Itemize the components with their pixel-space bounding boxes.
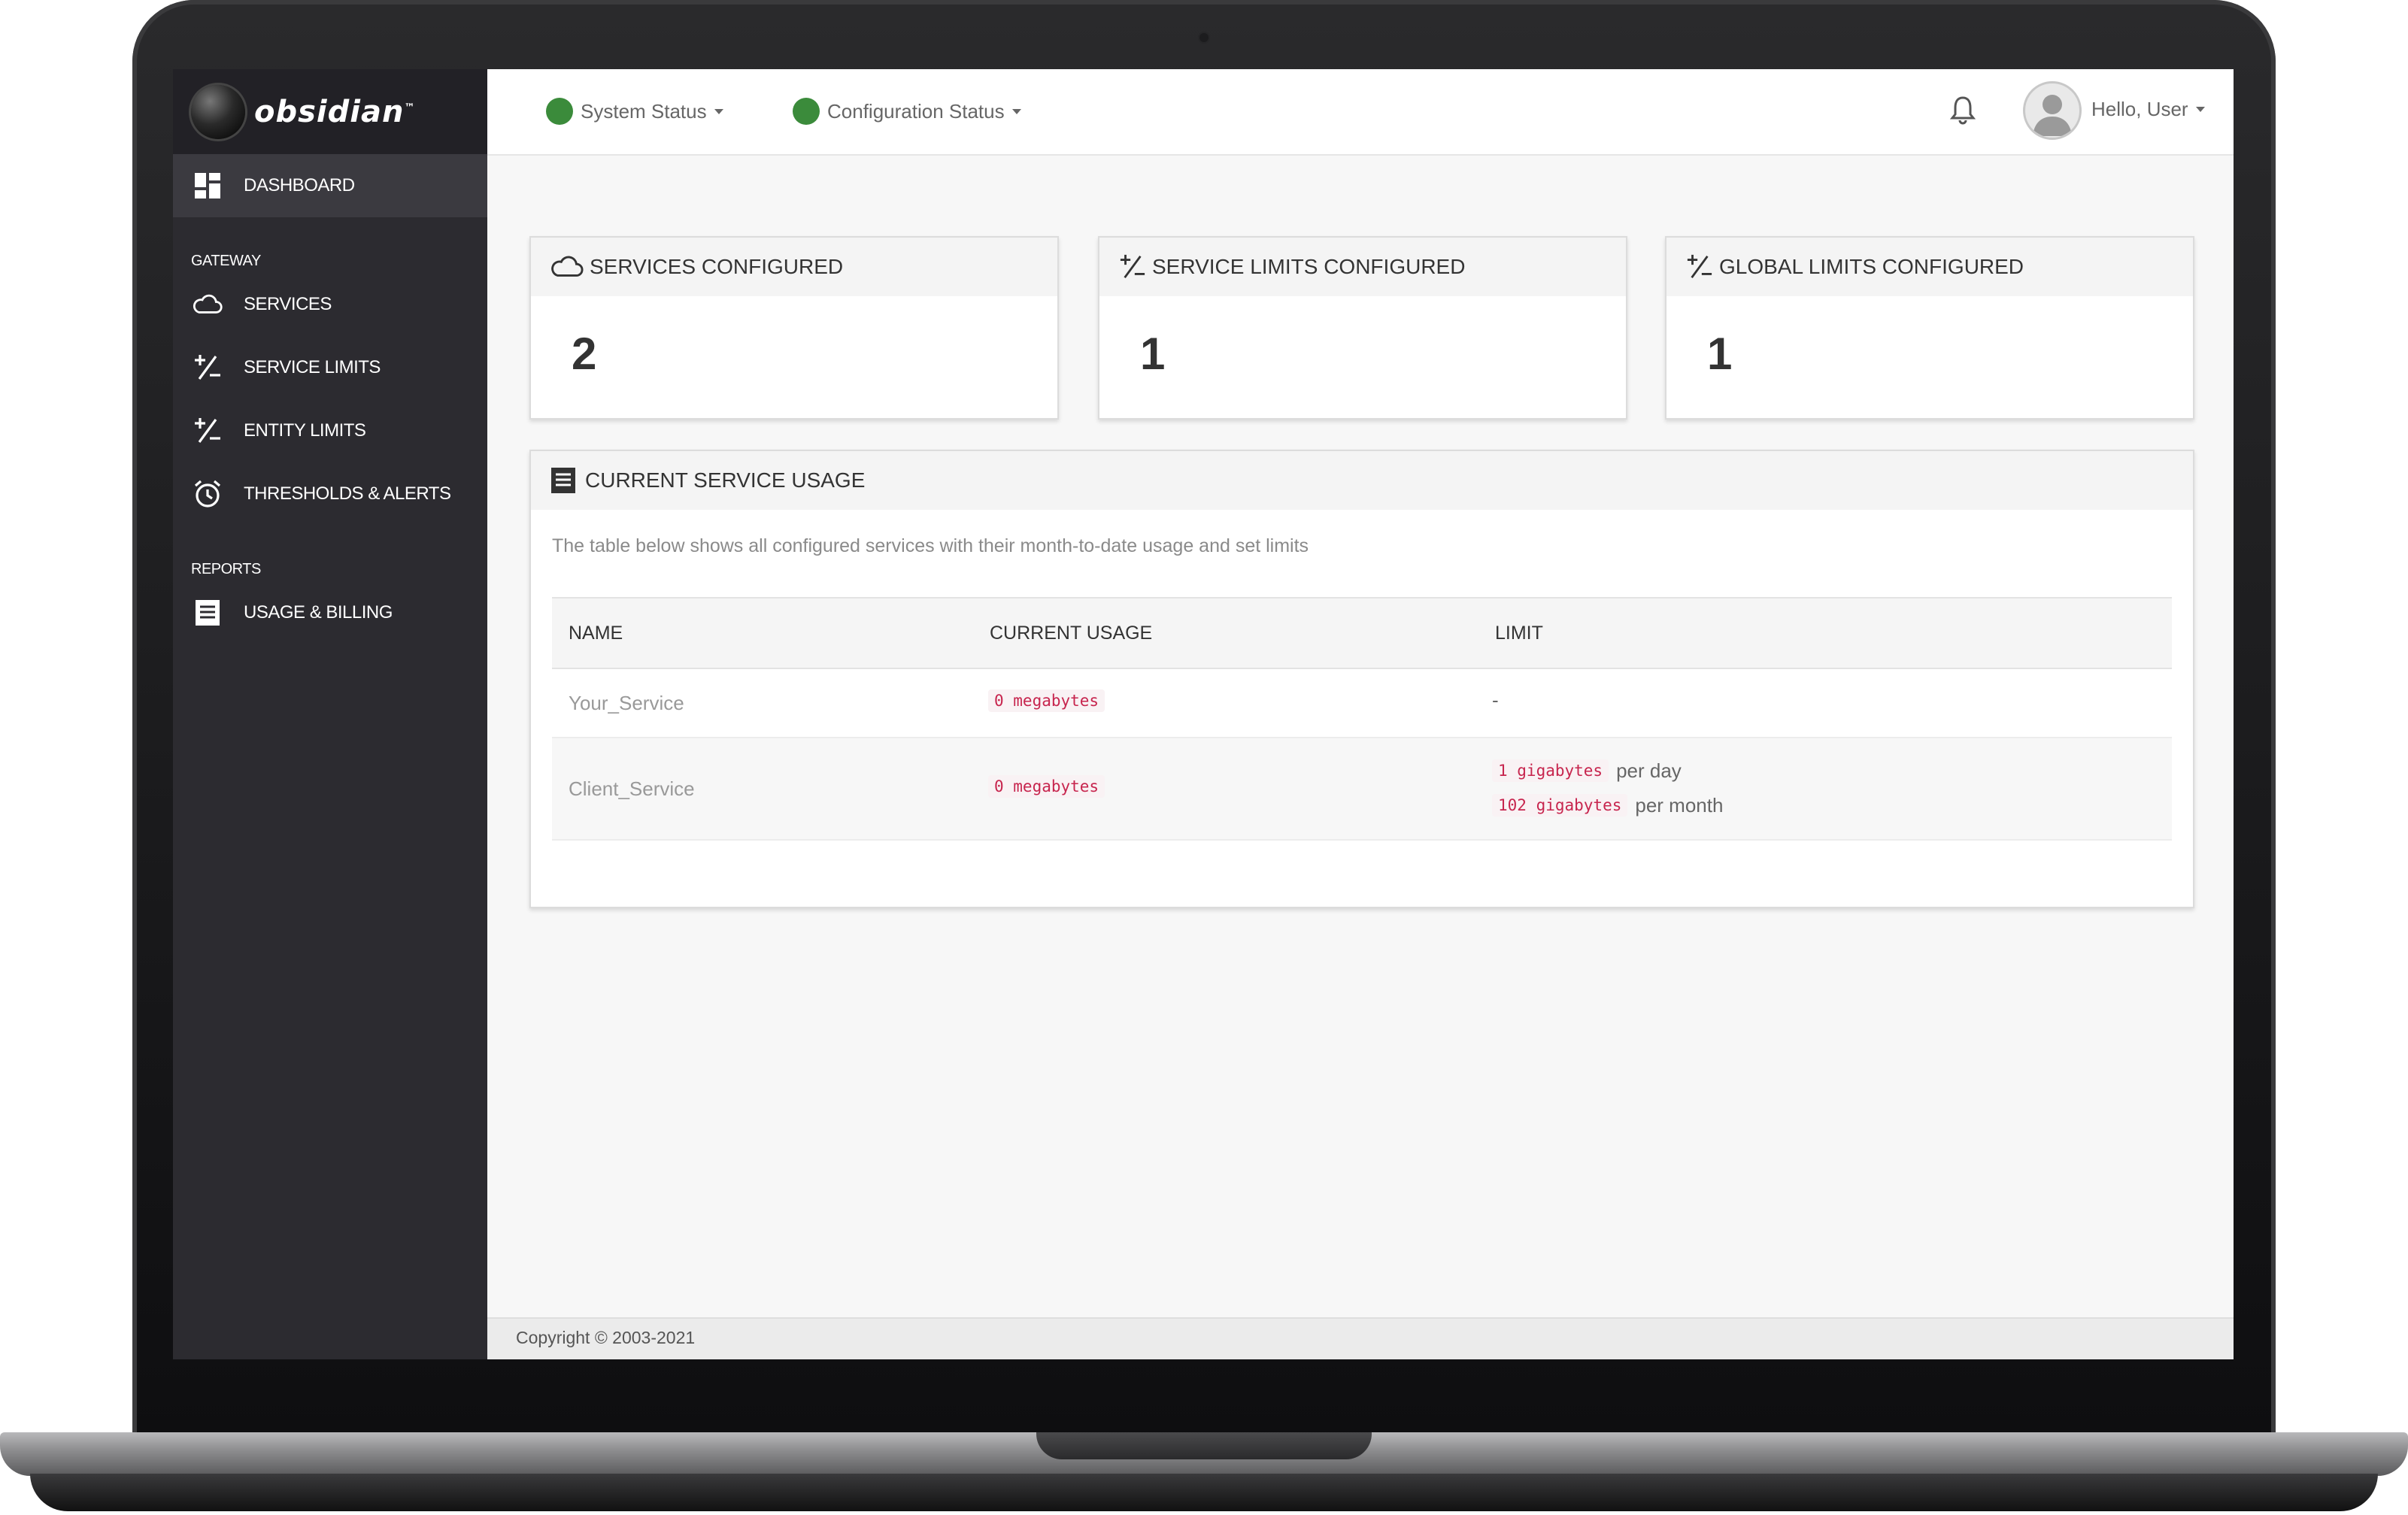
- column-header-current-usage: CURRENT USAGE: [990, 623, 1153, 644]
- limit-value: 1 gigabytes: [1492, 759, 1609, 782]
- current-usage-value: 0 megabytes: [988, 689, 1105, 712]
- card-header: CURRENT SERVICE USAGE: [531, 451, 2193, 510]
- dashboard-icon: [193, 171, 223, 201]
- sidebar-item-label: USAGE & BILLING: [244, 602, 393, 623]
- laptop-base-bottom: [30, 1474, 2378, 1511]
- system-status-dropdown[interactable]: System Status: [546, 98, 723, 125]
- status-ok-indicator: [546, 98, 573, 125]
- bell-icon[interactable]: [1949, 95, 1976, 129]
- caret-down-icon: [2195, 107, 2205, 112]
- table-row: Your_Service 0 megabytes -: [552, 669, 2172, 738]
- card-value: 1: [1707, 329, 1733, 379]
- plus-minus-icon: [1120, 254, 1145, 279]
- laptop-notch: [1036, 1432, 1372, 1459]
- sidebar: obsidian™ DASHBOARD GATEWAY SERVICES SER…: [173, 69, 487, 1359]
- topbar: System Status Configuration Status Hello…: [487, 69, 2234, 156]
- list-icon: [193, 598, 223, 628]
- logo[interactable]: obsidian™: [173, 69, 487, 154]
- user-greeting: Hello, User: [2091, 98, 2188, 120]
- avatar[interactable]: [2023, 81, 2082, 140]
- global-limits-configured-card: GLOBAL LIMITS CONFIGURED 1: [1665, 236, 2194, 420]
- screen: obsidian™ DASHBOARD GATEWAY SERVICES SER…: [173, 69, 2234, 1359]
- column-header-name: NAME: [569, 623, 623, 644]
- services-configured-card: SERVICES CONFIGURED 2: [529, 236, 1059, 420]
- plus-minus-icon: [193, 353, 223, 383]
- sidebar-item-label: THRESHOLDS & ALERTS: [244, 483, 451, 504]
- sidebar-item-entity-limits[interactable]: ENTITY LIMITS: [173, 399, 487, 462]
- limit-value: 102 gigabytes: [1492, 794, 1628, 817]
- cloud-icon: [551, 256, 584, 277]
- sidebar-item-thresholds-alerts[interactable]: THRESHOLDS & ALERTS: [173, 462, 487, 526]
- sidebar-item-usage-billing[interactable]: USAGE & BILLING: [173, 581, 487, 644]
- column-header-limit: LIMIT: [1495, 623, 1543, 644]
- limit-list: 1 gigabytes per day 102 gigabytes per mo…: [1492, 753, 1723, 823]
- configuration-status-label: Configuration Status: [827, 99, 1005, 123]
- panel-description: The table below shows all configured ser…: [552, 535, 1309, 556]
- service-name-link[interactable]: Your_Service: [569, 692, 684, 715]
- card-value: 1: [1140, 329, 1166, 379]
- sidebar-item-service-limits[interactable]: SERVICE LIMITS: [173, 336, 487, 399]
- card-header: GLOBAL LIMITS CONFIGURED: [1666, 238, 2193, 296]
- panel-title: CURRENT SERVICE USAGE: [585, 468, 866, 492]
- service-name-link[interactable]: Client_Service: [569, 777, 695, 801]
- current-usage-value: 0 megabytes: [988, 775, 1105, 798]
- card-title: SERVICES CONFIGURED: [590, 255, 844, 278]
- table-row: Client_Service 0 megabytes 1 gigabytes p…: [552, 738, 2172, 841]
- sidebar-section-reports: REPORTS: [191, 561, 261, 577]
- plus-minus-icon: [1687, 254, 1712, 279]
- table-header: NAME CURRENT USAGE LIMIT: [552, 597, 2172, 669]
- sidebar-item-services[interactable]: SERVICES: [173, 273, 487, 336]
- sidebar-item-label: DASHBOARD: [244, 175, 355, 195]
- usage-table: NAME CURRENT USAGE LIMIT Your_Service 0 …: [552, 597, 2172, 841]
- limit-period: per day: [1616, 759, 1682, 782]
- limit-line: 1 gigabytes per day: [1492, 753, 1723, 788]
- card-value: 2: [572, 329, 597, 379]
- sidebar-section-gateway: GATEWAY: [191, 253, 261, 269]
- sidebar-item-dashboard[interactable]: DASHBOARD: [173, 154, 487, 217]
- copyright-text: Copyright © 2003-2021: [516, 1328, 696, 1347]
- user-menu[interactable]: Hello, User: [2091, 98, 2205, 121]
- card-title: SERVICE LIMITS CONFIGURED: [1152, 255, 1466, 278]
- card-header: SERVICE LIMITS CONFIGURED: [1099, 238, 1626, 296]
- configuration-status-dropdown[interactable]: Configuration Status: [793, 98, 1021, 125]
- sidebar-item-label: ENTITY LIMITS: [244, 420, 366, 441]
- alarm-clock-icon: [193, 479, 223, 509]
- camera: [1199, 33, 1209, 42]
- card-title: GLOBAL LIMITS CONFIGURED: [1719, 255, 2024, 278]
- logo-text: obsidian™: [254, 94, 416, 129]
- logo-orb-icon: [191, 84, 245, 139]
- list-icon: [551, 468, 575, 493]
- sidebar-item-label: SERVICES: [244, 294, 332, 314]
- footer: Copyright © 2003-2021: [487, 1317, 2234, 1359]
- limit-value: -: [1492, 689, 1499, 711]
- card-header: SERVICES CONFIGURED: [531, 238, 1057, 296]
- service-limits-configured-card: SERVICE LIMITS CONFIGURED 1: [1098, 236, 1627, 420]
- current-service-usage-panel: CURRENT SERVICE USAGE The table below sh…: [529, 450, 2194, 908]
- status-ok-indicator: [793, 98, 820, 125]
- limit-period: per month: [1635, 793, 1724, 817]
- caret-down-icon: [1011, 108, 1021, 114]
- sidebar-item-label: SERVICE LIMITS: [244, 357, 381, 377]
- caret-down-icon: [714, 108, 723, 114]
- system-status-label: System Status: [581, 99, 707, 123]
- limit-line: 102 gigabytes per month: [1492, 788, 1723, 823]
- plus-minus-icon: [193, 416, 223, 446]
- cloud-icon: [193, 289, 223, 320]
